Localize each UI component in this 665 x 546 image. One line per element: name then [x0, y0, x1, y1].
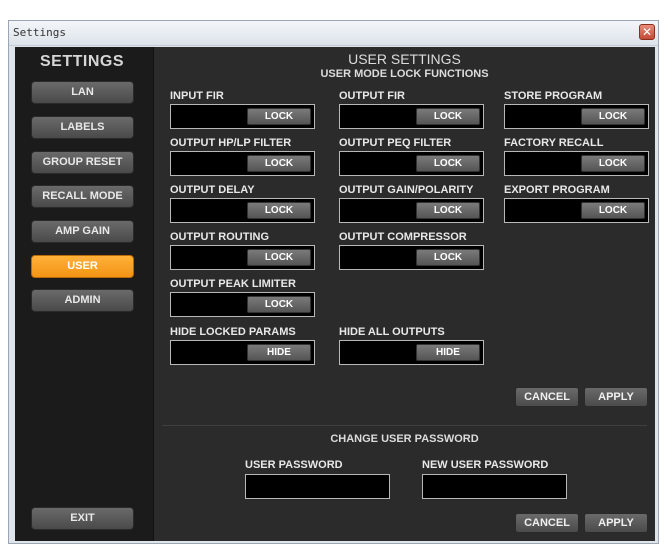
lock-field-hide-all-outputs: HIDE — [339, 340, 484, 365]
section-divider — [162, 425, 647, 426]
page-title: USER SETTINGS — [348, 51, 461, 67]
lock-button-output-fir[interactable]: LOCK — [416, 108, 480, 125]
title-bar[interactable]: Settings ✕ — [9, 21, 658, 46]
close-button[interactable]: ✕ — [639, 24, 655, 40]
lock-field-output-delay: LOCK — [170, 198, 315, 223]
sidebar-item-group-reset[interactable]: GROUP RESET — [31, 151, 134, 174]
lock-label-export-program: EXPORT PROGRAM — [504, 184, 610, 196]
sidebar-item-user[interactable]: USER — [31, 255, 134, 278]
lock-button-output-gain-polarity[interactable]: LOCK — [416, 202, 480, 219]
exit-button[interactable]: EXIT — [31, 507, 134, 530]
lock-label-output-peak-limiter: OUTPUT PEAK LIMITER — [170, 278, 296, 290]
lock-label-factory-recall: FACTORY RECALL — [504, 137, 604, 149]
lock-field-hide-locked-params: HIDE — [170, 340, 315, 365]
main-panel: USER SETTINGS USER MODE LOCK FUNCTIONS I… — [153, 47, 655, 541]
page-subtitle: USER MODE LOCK FUNCTIONS — [320, 68, 489, 80]
new-user-password-input[interactable] — [422, 474, 567, 499]
user-password-label: USER PASSWORD — [245, 459, 343, 471]
user-password-input[interactable] — [245, 474, 390, 499]
lock-button-store-program[interactable]: LOCK — [581, 108, 645, 125]
lock-button-output-peak-limiter[interactable]: LOCK — [247, 296, 311, 313]
lock-field-output-compressor: LOCK — [339, 245, 484, 270]
sidebar: SETTINGS LAN LABELS GROUP RESET RECALL M… — [15, 47, 149, 541]
lock-label-output-fir: OUTPUT FIR — [339, 90, 405, 102]
lock-button-export-program[interactable]: LOCK — [581, 202, 645, 219]
lock-field-output-routing: LOCK — [170, 245, 315, 270]
sidebar-title: SETTINGS — [39, 53, 124, 70]
lock-label-output-gain-polarity: OUTPUT GAIN/POLARITY — [339, 184, 474, 196]
lock-button-output-delay[interactable]: LOCK — [247, 202, 311, 219]
lock-button-input-fir[interactable]: LOCK — [247, 108, 311, 125]
app-area: SETTINGS LAN LABELS GROUP RESET RECALL M… — [15, 47, 655, 541]
close-icon: ✕ — [641, 25, 653, 39]
lock-field-output-hp-lp-filter: LOCK — [170, 151, 315, 176]
lock-label-hide-all-outputs: HIDE ALL OUTPUTS — [339, 326, 445, 338]
lock-field-store-program: LOCK — [504, 104, 649, 129]
lock-field-output-peq-filter: LOCK — [339, 151, 484, 176]
lock-label-output-hp-lp-filter: OUTPUT HP/LP FILTER — [170, 137, 292, 149]
lock-field-output-fir: LOCK — [339, 104, 484, 129]
lock-field-output-peak-limiter: LOCK — [170, 292, 315, 317]
settings-window: Settings ✕ SETTINGS LAN LABELS GROUP RES… — [8, 20, 659, 544]
hide-button-hide-locked-params[interactable]: HIDE — [247, 344, 311, 361]
lock-label-output-compressor: OUTPUT COMPRESSOR — [339, 231, 467, 243]
password-cancel-button[interactable]: CANCEL — [515, 513, 579, 533]
lock-label-output-routing: OUTPUT ROUTING — [170, 231, 269, 243]
password-apply-button[interactable]: APPLY — [584, 513, 648, 533]
sidebar-item-recall-mode[interactable]: RECALL MODE — [31, 185, 134, 208]
lock-label-input-fir: INPUT FIR — [170, 90, 224, 102]
sidebar-item-amp-gain[interactable]: AMP GAIN — [31, 220, 134, 243]
new-user-password-label: NEW USER PASSWORD — [422, 459, 549, 471]
lock-label-output-delay: OUTPUT DELAY — [170, 184, 255, 196]
lock-button-factory-recall[interactable]: LOCK — [581, 155, 645, 172]
sidebar-item-lan[interactable]: LAN — [31, 81, 134, 104]
lock-field-input-fir: LOCK — [170, 104, 315, 129]
sidebar-item-admin[interactable]: ADMIN — [31, 289, 134, 312]
locks-cancel-button[interactable]: CANCEL — [515, 387, 579, 407]
lock-button-output-peq-filter[interactable]: LOCK — [416, 155, 480, 172]
lock-label-output-peq-filter: OUTPUT PEQ FILTER — [339, 137, 452, 149]
lock-button-output-hp-lp-filter[interactable]: LOCK — [247, 155, 311, 172]
lock-button-output-compressor[interactable]: LOCK — [416, 249, 480, 266]
password-section-title: CHANGE USER PASSWORD — [330, 433, 479, 445]
hide-button-hide-all-outputs[interactable]: HIDE — [416, 344, 480, 361]
lock-field-export-program: LOCK — [504, 198, 649, 223]
lock-field-output-gain-polarity: LOCK — [339, 198, 484, 223]
lock-label-store-program: STORE PROGRAM — [504, 90, 603, 102]
locks-apply-button[interactable]: APPLY — [584, 387, 648, 407]
window-title: Settings — [13, 26, 66, 39]
lock-button-output-routing[interactable]: LOCK — [247, 249, 311, 266]
sidebar-item-labels[interactable]: LABELS — [31, 116, 134, 139]
lock-label-hide-locked-params: HIDE LOCKED PARAMS — [170, 326, 296, 338]
lock-field-factory-recall: LOCK — [504, 151, 649, 176]
